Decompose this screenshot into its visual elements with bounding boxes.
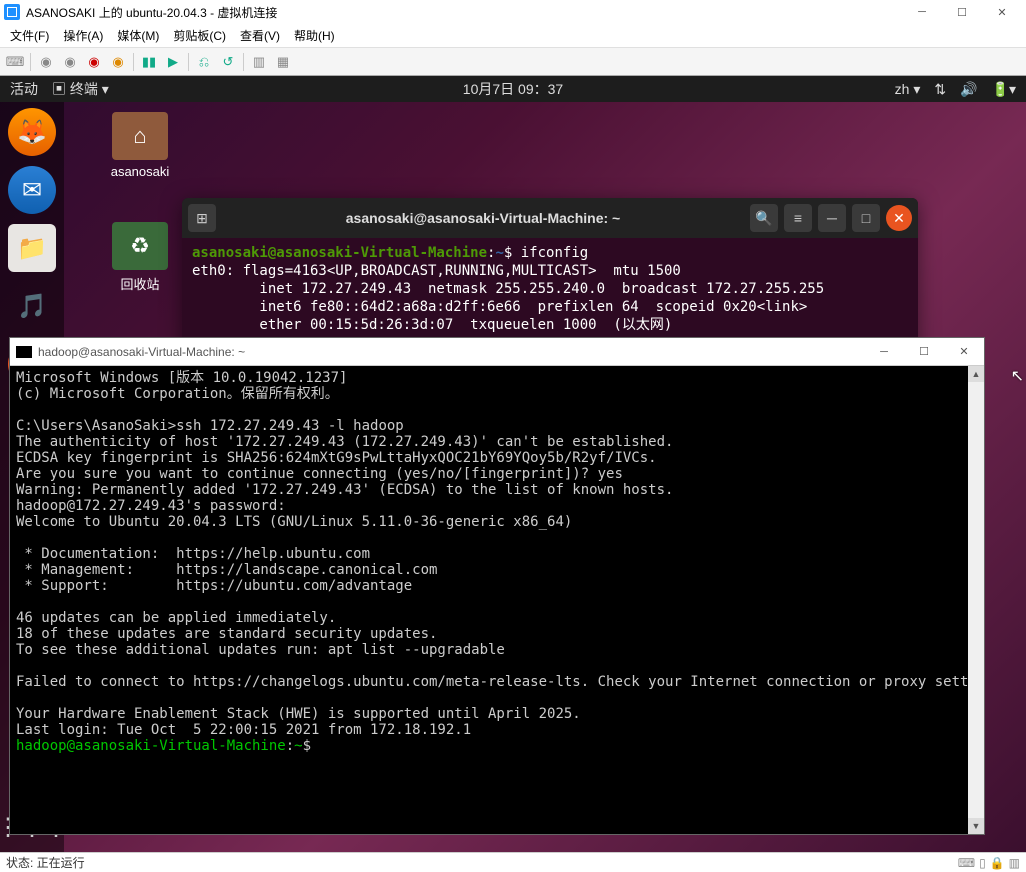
- scrollbar[interactable]: ▲ ▼: [968, 366, 984, 834]
- vm-titlebar: ASANOSAKI 上的 ubuntu-20.04.3 - 虚拟机连接 ─ ☐ …: [0, 0, 1026, 24]
- menu-help[interactable]: 帮助(H): [294, 27, 335, 44]
- hyperv-icon: [4, 4, 20, 20]
- cmd-icon: [16, 346, 32, 358]
- vm-window-title: ASANOSAKI 上的 ubuntu-20.04.3 - 虚拟机连接: [26, 4, 902, 21]
- ubuntu-top-bar: 活动 ▣ 终端 ▾ 10月7日 09：37 zh ▾ ⇅ 🔊 🔋▾: [0, 76, 1026, 102]
- minimize-button[interactable]: ─: [864, 338, 904, 366]
- reset-button[interactable]: ▶: [164, 53, 182, 71]
- vm-status-text: 状态: 正在运行: [6, 854, 85, 871]
- trash-icon: ♻: [112, 222, 168, 270]
- trash-label: 回收站: [100, 274, 180, 293]
- windows-terminal-body[interactable]: Microsoft Windows [版本 10.0.19042.1237] (…: [10, 366, 984, 834]
- scroll-down-button[interactable]: ▼: [968, 818, 984, 834]
- gnome-terminal-title: asanosaki@asanosaki-Virtual-Machine: ~: [222, 210, 744, 226]
- scroll-up-button[interactable]: ▲: [968, 366, 984, 382]
- pause-button[interactable]: ▮▮: [140, 53, 158, 71]
- menu-clipboard[interactable]: 剪贴板(C): [173, 27, 226, 44]
- gnome-terminal-content[interactable]: asanosaki@asanosaki-Virtual-Machine:~$ i…: [182, 238, 918, 340]
- revert-button[interactable]: ↺: [219, 53, 237, 71]
- windows-terminal-window: hadoop@asanosaki-Virtual-Machine: ~ ─ ☐ …: [9, 337, 985, 835]
- vm-statusbar: 状态: 正在运行 ⌨ ▯ 🔒 ▥: [0, 852, 1026, 872]
- dock-files[interactable]: 📁: [8, 224, 56, 272]
- save-button[interactable]: ◉: [109, 53, 127, 71]
- windows-terminal-title: hadoop@asanosaki-Virtual-Machine: ~: [38, 345, 864, 359]
- maximize-button[interactable]: ☐: [904, 338, 944, 366]
- start-button[interactable]: ◉: [37, 53, 55, 71]
- lock-icon: ▯: [979, 856, 986, 870]
- checkpoint-button[interactable]: ⎌: [195, 53, 213, 71]
- new-tab-button[interactable]: ⊞: [188, 204, 216, 232]
- shutdown-button[interactable]: ◉: [85, 53, 103, 71]
- clock[interactable]: 10月7日 09：37: [463, 79, 563, 99]
- keyboard-icon: ⌨: [958, 856, 975, 870]
- hamburger-menu-button[interactable]: ≡: [784, 204, 812, 232]
- turnoff-button[interactable]: ◉: [61, 53, 79, 71]
- vm-menubar: 文件(F) 操作(A) 媒体(M) 剪贴板(C) 查看(V) 帮助(H): [0, 24, 1026, 48]
- dock-rhythmbox[interactable]: 🎵: [8, 282, 56, 330]
- close-button[interactable]: ✕: [982, 0, 1022, 24]
- dock-thunderbird[interactable]: ✉: [8, 166, 56, 214]
- activities-button[interactable]: 活动: [10, 79, 38, 99]
- share-button[interactable]: ▦: [274, 53, 292, 71]
- dock-firefox[interactable]: 🦊: [8, 108, 56, 156]
- maximize-button[interactable]: ☐: [942, 0, 982, 24]
- close-button[interactable]: ✕: [886, 205, 912, 231]
- menu-view[interactable]: 查看(V): [240, 27, 280, 44]
- menu-file[interactable]: 文件(F): [10, 27, 49, 44]
- mouse-cursor-icon: ↖: [1011, 366, 1024, 386]
- search-button[interactable]: 🔍: [750, 204, 778, 232]
- windows-terminal-content[interactable]: Microsoft Windows [版本 10.0.19042.1237] (…: [10, 366, 984, 758]
- vm-toolbar: ⌨ ◉ ◉ ◉ ◉ ▮▮ ▶ ⎌ ↺ ▥ ▦: [0, 48, 1026, 76]
- display-icon: ▥: [1009, 856, 1020, 870]
- gnome-terminal-headerbar: ⊞ asanosaki@asanosaki-Virtual-Machine: ~…: [182, 198, 918, 238]
- ubuntu-desktop: 活动 ▣ 终端 ▾ 10月7日 09：37 zh ▾ ⇅ 🔊 🔋▾ 🦊 ✉ 📁 …: [0, 76, 1026, 852]
- menu-action[interactable]: 操作(A): [63, 27, 103, 44]
- home-folder-label: asanosaki: [100, 164, 180, 179]
- maximize-button[interactable]: □: [852, 204, 880, 232]
- home-folder-icon: ⌂: [112, 112, 168, 160]
- volume-icon[interactable]: 🔊: [960, 81, 977, 98]
- desktop-home-folder[interactable]: ⌂ asanosaki: [100, 112, 180, 179]
- battery-icon[interactable]: 🔋▾: [992, 81, 1016, 98]
- minimize-button[interactable]: ─: [902, 0, 942, 24]
- app-menu[interactable]: ▣ 终端 ▾: [52, 79, 109, 99]
- close-button[interactable]: ✕: [944, 338, 984, 366]
- security-icon: 🔒: [990, 856, 1005, 870]
- ctrl-alt-del-button[interactable]: ⌨: [6, 53, 24, 71]
- enhanced-session-button[interactable]: ▥: [250, 53, 268, 71]
- network-icon[interactable]: ⇅: [934, 81, 946, 98]
- windows-terminal-titlebar: hadoop@asanosaki-Virtual-Machine: ~ ─ ☐ …: [10, 338, 984, 366]
- input-method[interactable]: zh ▾: [895, 81, 921, 98]
- desktop-trash[interactable]: ♻ 回收站: [100, 222, 180, 293]
- menu-media[interactable]: 媒体(M): [117, 27, 159, 44]
- minimize-button[interactable]: ─: [818, 204, 846, 232]
